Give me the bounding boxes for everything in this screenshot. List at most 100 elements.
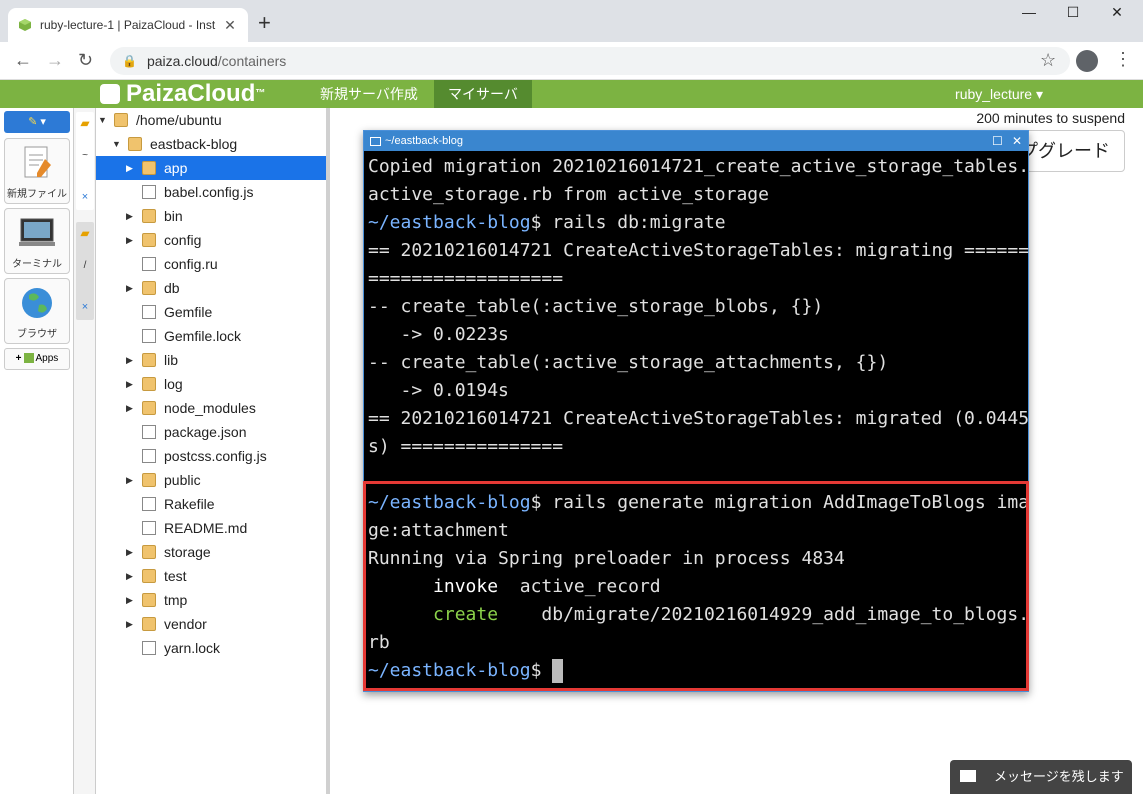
terminal-text: $ rails generate migration AddImageToBlo… bbox=[530, 492, 1030, 513]
terminal-maximize-icon[interactable]: ☐ bbox=[992, 131, 1003, 151]
bookmark-star-icon[interactable]: ☆ bbox=[1040, 50, 1056, 71]
url-path: /containers bbox=[217, 53, 287, 69]
profile-avatar-icon[interactable] bbox=[1076, 50, 1098, 72]
collapse-arrow-icon[interactable]: ▶ bbox=[126, 156, 136, 180]
tree-item-label: yarn.lock bbox=[164, 640, 221, 656]
tab-title: ruby-lecture-1 | PaizaCloud - Inst bbox=[40, 18, 216, 32]
lock-icon: 🔒 bbox=[122, 54, 137, 68]
back-arrow-icon[interactable]: ← bbox=[14, 50, 32, 71]
terminal-label: ターミナル bbox=[12, 259, 62, 270]
collapse-arrow-icon[interactable]: ▶ bbox=[126, 276, 136, 300]
collapse-arrow-icon[interactable]: ▶ bbox=[126, 540, 136, 564]
folder-icon bbox=[128, 137, 142, 151]
vtab-root[interactable]: ▰ / × bbox=[76, 222, 94, 320]
paiza-header: PaizaCloud ™ 新規サーバ作成 マイサーバ ruby_lecture ▾ bbox=[0, 80, 1143, 108]
file-icon bbox=[142, 305, 156, 319]
terminal-titlebar[interactable]: ~/eastback-blog ☐ ✕ bbox=[364, 131, 1028, 151]
vtab-home[interactable]: ▰ ~ × bbox=[76, 112, 94, 210]
expand-arrow-icon[interactable]: ▼ bbox=[98, 108, 108, 132]
terminal-window[interactable]: ~/eastback-blog ☐ ✕ Copied migration 202… bbox=[363, 130, 1029, 692]
collapse-arrow-icon[interactable]: ▶ bbox=[126, 468, 136, 492]
tree-folder-row[interactable]: ▶ lib bbox=[96, 348, 326, 372]
vtab-close-icon[interactable]: × bbox=[76, 191, 94, 203]
new-tab-button[interactable]: + bbox=[258, 12, 271, 34]
tree-file-row[interactable]: package.json bbox=[96, 420, 326, 444]
nav-my-server[interactable]: マイサーバ bbox=[434, 80, 532, 108]
tab-close-icon[interactable]: ✕ bbox=[222, 17, 238, 34]
tree-folder-row[interactable]: ▶ db bbox=[96, 276, 326, 300]
terminal-line: ================== bbox=[368, 265, 1028, 293]
tree-item-label: log bbox=[164, 376, 183, 392]
folder-icon bbox=[142, 617, 156, 631]
terminal-text: -- create_table(:active_storage_blobs, {… bbox=[368, 296, 824, 317]
tree-folder-row[interactable]: ▶ test bbox=[96, 564, 326, 588]
browser-tab[interactable]: ruby-lecture-1 | PaizaCloud - Inst ✕ bbox=[8, 8, 248, 42]
terminal-line: Running via Spring preloader in process … bbox=[368, 545, 1028, 573]
tree-folder-row[interactable]: ▶ config bbox=[96, 228, 326, 252]
forward-arrow-icon[interactable]: → bbox=[46, 50, 64, 71]
url-input[interactable]: 🔒 paiza.cloud/containers bbox=[110, 47, 1070, 75]
tree-folder-row[interactable]: ▶ node_modules bbox=[96, 396, 326, 420]
folder-icon bbox=[142, 545, 156, 559]
terminal-button[interactable]: ターミナル bbox=[4, 208, 70, 274]
collapse-arrow-icon[interactable]: ▶ bbox=[126, 228, 136, 252]
tree-folder-row[interactable]: ▶ tmp bbox=[96, 588, 326, 612]
tree-file-row[interactable]: babel.config.js bbox=[96, 180, 326, 204]
tree-folder-row[interactable]: ▼ eastback-blog bbox=[96, 132, 326, 156]
folder-icon bbox=[142, 161, 156, 175]
terminal-text: $ bbox=[530, 660, 553, 681]
terminal-line: -- create_table(:active_storage_blobs, {… bbox=[368, 293, 1028, 321]
tree-item-label: app bbox=[164, 160, 188, 176]
terminal-output[interactable]: Copied migration 20210216014721_create_a… bbox=[368, 153, 1030, 685]
tree-file-row[interactable]: Rakefile bbox=[96, 492, 326, 516]
message-button[interactable]: メッセージを残します bbox=[950, 760, 1132, 794]
tree-folder-row[interactable]: ▼ /home/ubuntu bbox=[96, 108, 326, 132]
tree-file-row[interactable]: Gemfile.lock bbox=[96, 324, 326, 348]
file-icon bbox=[142, 329, 156, 343]
tree-folder-row[interactable]: ▶ bin bbox=[96, 204, 326, 228]
new-file-button[interactable]: 新規ファイル bbox=[4, 138, 70, 204]
collapse-arrow-icon[interactable]: ▶ bbox=[126, 348, 136, 372]
terminal-cursor bbox=[552, 659, 564, 683]
collapse-arrow-icon[interactable]: ▶ bbox=[126, 612, 136, 636]
terminal-text: create bbox=[433, 604, 499, 625]
terminal-close-icon[interactable]: ✕ bbox=[1012, 131, 1022, 151]
collapse-arrow-icon[interactable]: ▶ bbox=[126, 204, 136, 228]
vtab-close-icon[interactable]: × bbox=[76, 301, 94, 313]
terminal-text: db/migrate/20210216014929_add_image_to_b… bbox=[498, 604, 1030, 625]
terminal-text: ================== bbox=[368, 268, 564, 289]
tool-dropdown-button[interactable]: ✎ ▾ bbox=[4, 111, 70, 133]
minimize-button[interactable]: — bbox=[1006, 4, 1052, 20]
window-close-button[interactable]: ✕ bbox=[1094, 4, 1140, 21]
paiza-logo[interactable]: PaizaCloud ™ bbox=[100, 80, 265, 108]
tree-folder-row[interactable]: ▶ vendor bbox=[96, 612, 326, 636]
collapse-arrow-icon[interactable]: ▶ bbox=[126, 372, 136, 396]
tree-file-row[interactable]: config.ru bbox=[96, 252, 326, 276]
new-file-icon bbox=[17, 145, 57, 181]
apps-button[interactable]: + Apps bbox=[4, 348, 70, 370]
collapse-arrow-icon[interactable]: ▶ bbox=[126, 564, 136, 588]
tree-folder-row[interactable]: ▶ app bbox=[96, 156, 326, 180]
tree-file-row[interactable]: postcss.config.js bbox=[96, 444, 326, 468]
terminal-text: Copied migration 20210216014721_create_a… bbox=[368, 156, 1030, 177]
tree-file-row[interactable]: yarn.lock bbox=[96, 636, 326, 660]
tree-folder-row[interactable]: ▶ log bbox=[96, 372, 326, 396]
tree-folder-row[interactable]: ▶ public bbox=[96, 468, 326, 492]
maximize-button[interactable]: ☐ bbox=[1050, 4, 1096, 21]
wand-icon: ✎ bbox=[28, 116, 38, 128]
chevron-down-icon: ▾ bbox=[40, 116, 46, 128]
tree-file-row[interactable]: Gemfile bbox=[96, 300, 326, 324]
user-menu[interactable]: ruby_lecture ▾ bbox=[955, 80, 1043, 108]
collapse-arrow-icon[interactable]: ▶ bbox=[126, 588, 136, 612]
tree-item-label: vendor bbox=[164, 616, 207, 632]
browser-button[interactable]: ブラウザ bbox=[4, 278, 70, 344]
nav-new-server[interactable]: 新規サーバ作成 bbox=[306, 80, 432, 108]
tree-file-row[interactable]: README.md bbox=[96, 516, 326, 540]
collapse-arrow-icon[interactable]: ▶ bbox=[126, 396, 136, 420]
tree-folder-row[interactable]: ▶ storage bbox=[96, 540, 326, 564]
menu-kebab-icon[interactable]: ⋮ bbox=[1114, 49, 1132, 70]
folder-icon bbox=[142, 209, 156, 223]
reload-icon[interactable]: ↻ bbox=[78, 50, 93, 71]
folder-icon bbox=[142, 233, 156, 247]
expand-arrow-icon[interactable]: ▼ bbox=[112, 132, 122, 156]
